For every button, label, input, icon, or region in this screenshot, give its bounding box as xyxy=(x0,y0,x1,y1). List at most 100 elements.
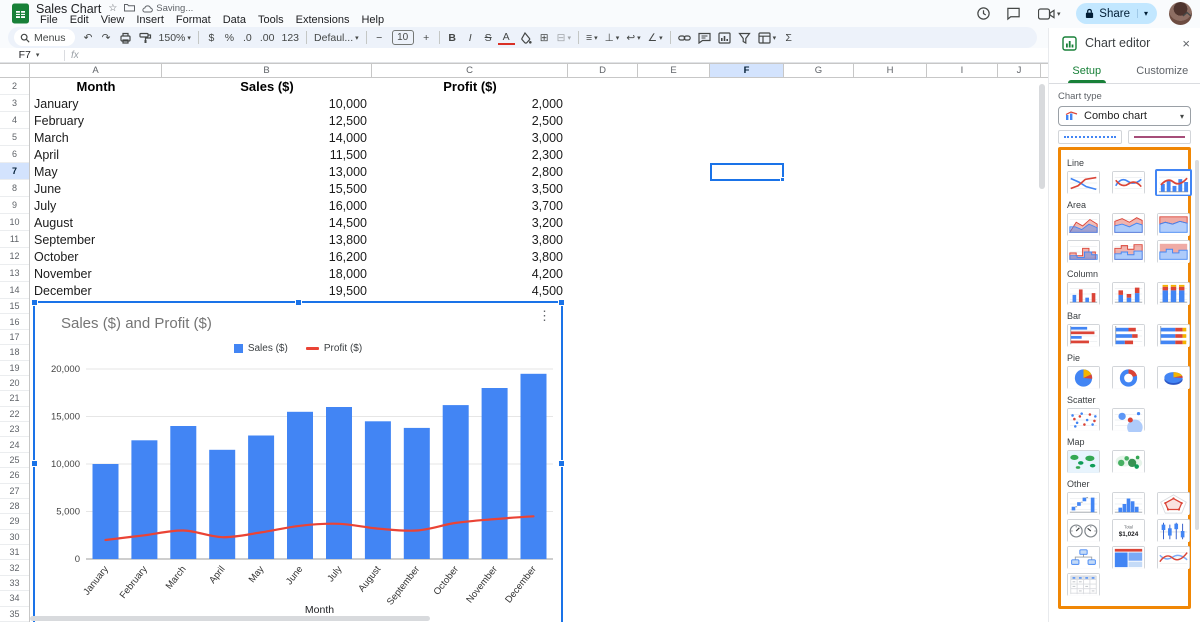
row-header-32[interactable]: 32 xyxy=(0,560,29,576)
embedded-chart[interactable]: Sales ($) and Profit ($) ⋮ Sales ($) Pro… xyxy=(31,299,565,622)
cell[interactable]: 16,000 xyxy=(162,197,372,214)
cell[interactable]: 3,200 xyxy=(372,214,568,231)
chart-type-thumb-area-stacked[interactable] xyxy=(1112,213,1145,236)
font-size-input[interactable]: 10 xyxy=(389,29,417,46)
column-header-f[interactable]: F xyxy=(710,64,784,77)
row-header-14[interactable]: 14 xyxy=(0,282,29,299)
chart-type-thumb-doughnut[interactable] xyxy=(1112,366,1145,389)
column-header-b[interactable]: B xyxy=(162,64,372,77)
chart-type-thumb-column-100[interactable] xyxy=(1157,282,1190,305)
collapse-toolbar-icon[interactable] xyxy=(1182,4,1192,22)
decrease-decimals-button[interactable]: .0 xyxy=(239,29,256,46)
chart-type-thumb-column-stacked[interactable] xyxy=(1112,282,1145,305)
cell[interactable]: 12,500 xyxy=(162,112,372,129)
row-header-34[interactable]: 34 xyxy=(0,591,29,607)
cell[interactable]: 14,000 xyxy=(162,129,372,146)
cell[interactable]: April xyxy=(30,146,162,163)
column-header-j[interactable]: J xyxy=(998,64,1041,77)
chart-type-thumb-org[interactable] xyxy=(1067,546,1100,569)
cell[interactable]: February xyxy=(30,112,162,129)
row-header-9[interactable]: 9 xyxy=(0,197,29,214)
tab-customize[interactable]: Customize xyxy=(1125,58,1200,83)
chart-type-thumb-bar[interactable] xyxy=(1067,324,1100,347)
cell[interactable]: Profit ($) xyxy=(372,78,568,95)
row-header-30[interactable]: 30 xyxy=(0,530,29,545)
cell[interactable]: March xyxy=(30,129,162,146)
paint-format-button[interactable] xyxy=(136,29,155,46)
select-all-corner[interactable] xyxy=(0,64,30,77)
menu-view[interactable]: View xyxy=(95,13,131,27)
cell[interactable]: 3,000 xyxy=(372,129,568,146)
chart-type-thumb-radar[interactable] xyxy=(1157,492,1190,515)
cell[interactable]: July xyxy=(30,197,162,214)
cell[interactable]: 14,500 xyxy=(162,214,372,231)
zoom-select[interactable]: 150% ▾ xyxy=(156,29,194,46)
menu-extensions[interactable]: Extensions xyxy=(290,13,356,27)
chart-type-thumb-waterfall[interactable] xyxy=(1067,492,1100,515)
row-header-33[interactable]: 33 xyxy=(0,576,29,592)
row-header-22[interactable]: 22 xyxy=(0,407,29,422)
chart-type-thumb-geo-markers[interactable] xyxy=(1112,450,1145,473)
row-header-28[interactable]: 28 xyxy=(0,499,29,515)
column-header-e[interactable]: E xyxy=(638,64,710,77)
print-button[interactable] xyxy=(116,29,135,46)
name-box[interactable]: F7 ▾ xyxy=(0,49,58,61)
row-header-16[interactable]: 16 xyxy=(0,314,29,330)
cell[interactable]: June xyxy=(30,180,162,197)
row-header-21[interactable]: 21 xyxy=(0,391,29,407)
vertical-align-button[interactable]: ⊥ ▾ xyxy=(602,29,623,46)
chart-handle[interactable] xyxy=(295,299,302,306)
chart-type-thumb-bar-stacked[interactable] xyxy=(1112,324,1145,347)
italic-button[interactable]: I xyxy=(462,29,479,46)
chart-type-thumb-bar-100[interactable] xyxy=(1157,324,1190,347)
cell[interactable]: 3,700 xyxy=(372,197,568,214)
comment-history-icon[interactable] xyxy=(1004,5,1022,23)
cell[interactable]: 16,200 xyxy=(162,248,372,265)
toolbar-search[interactable]: Menus xyxy=(14,29,75,46)
vertical-scrollbar[interactable] xyxy=(1039,84,1045,189)
chart-type-thumb-combo[interactable] xyxy=(1155,169,1192,196)
horizontal-scrollbar[interactable] xyxy=(30,616,430,621)
chart-type-thumb-line-smooth[interactable] xyxy=(1112,171,1145,194)
row-header-18[interactable]: 18 xyxy=(0,345,29,361)
chart-type-thumb-table[interactable] xyxy=(1067,573,1100,596)
close-icon[interactable]: × xyxy=(1182,36,1190,51)
row-header-24[interactable]: 24 xyxy=(0,437,29,453)
cell[interactable]: Month xyxy=(30,78,162,95)
sheet-canvas[interactable]: Month Sales ($) Profit ($) January 10,000 2,0… xyxy=(30,78,1041,622)
column-header-a[interactable]: A xyxy=(30,64,162,77)
row-header-10[interactable]: 10 xyxy=(0,214,29,231)
decrease-font-size-button[interactable]: − xyxy=(371,29,388,46)
functions-button[interactable]: Σ xyxy=(780,29,797,46)
format-percent-button[interactable]: % xyxy=(221,29,238,46)
row-header-4[interactable]: 4 xyxy=(0,112,29,129)
cell[interactable]: 3,800 xyxy=(372,231,568,248)
cell[interactable]: 3,800 xyxy=(372,248,568,265)
undo-button[interactable]: ↶ xyxy=(80,29,97,46)
row-header-11[interactable]: 11 xyxy=(0,231,29,248)
increase-decimals-button[interactable]: .00 xyxy=(257,29,278,46)
borders-button[interactable]: ⊞ xyxy=(536,29,553,46)
column-header-h[interactable]: H xyxy=(854,64,927,77)
row-header-15[interactable]: 15 xyxy=(0,299,29,315)
horizontal-align-button[interactable]: ≡ ▾ xyxy=(583,29,601,46)
row-header-23[interactable]: 23 xyxy=(0,422,29,438)
row-header-12[interactable]: 12 xyxy=(0,248,29,265)
row-header-2[interactable]: 2 xyxy=(0,78,29,95)
chart-type-thumb-area-100[interactable] xyxy=(1157,213,1190,236)
cell[interactable]: October xyxy=(30,248,162,265)
row-header-26[interactable]: 26 xyxy=(0,468,29,484)
chart-handle[interactable] xyxy=(558,299,565,306)
row-header-25[interactable]: 25 xyxy=(0,453,29,469)
cell[interactable]: August xyxy=(30,214,162,231)
meet-icon[interactable]: ▾ xyxy=(1034,5,1064,23)
insert-comment-button[interactable] xyxy=(695,29,714,46)
chart-type-thumb-gauge[interactable] xyxy=(1067,519,1100,542)
panel-scrollbar[interactable] xyxy=(1195,160,1199,530)
chart-menu-icon[interactable]: ⋮ xyxy=(538,308,551,324)
text-rotation-button[interactable]: ∠ ▾ xyxy=(645,29,666,46)
row-header-29[interactable]: 29 xyxy=(0,514,29,530)
merge-cells-button[interactable]: ⊟ ▾ xyxy=(554,29,574,46)
chart-type-thumb-pie[interactable] xyxy=(1067,366,1100,389)
chart-type-thumb-scatter[interactable] xyxy=(1067,408,1100,431)
